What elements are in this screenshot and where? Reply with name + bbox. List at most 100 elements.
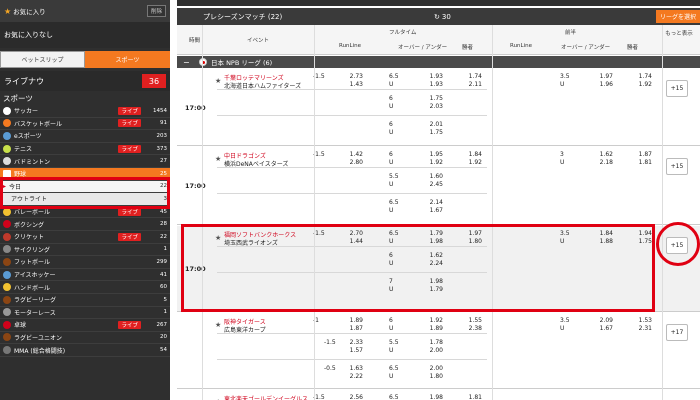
- runline-home-odds[interactable]: 1.89: [347, 317, 363, 324]
- sidebar-sport-item[interactable]: テニス ライブ 373: [0, 142, 170, 156]
- runline-away-odds[interactable]: 2.80: [347, 159, 363, 166]
- half-over-odds[interactable]: 2.09: [597, 317, 613, 324]
- favorites-empty-text: お気に入りなし: [0, 22, 170, 48]
- home-team[interactable]: 東北楽天ゴールデンイーグルス: [224, 394, 308, 400]
- favorite-star-icon[interactable]: ★: [215, 155, 221, 163]
- under-label: U: [389, 103, 394, 110]
- favorite-star-icon[interactable]: ★: [215, 77, 221, 85]
- sport-name: バスケットボール: [14, 120, 63, 128]
- sidebar-sport-item[interactable]: MMA (総合格闘技) 54: [0, 344, 170, 357]
- sport-name: モーターレース: [14, 309, 56, 317]
- sidebar-sport-item[interactable]: クリケット ライブ 22: [0, 230, 170, 244]
- win-home-odds[interactable]: 1.84: [466, 151, 482, 158]
- more-bets-button[interactable]: +15: [666, 158, 688, 175]
- half-under-odds[interactable]: 1.67: [597, 325, 613, 332]
- sidebar-sport-item[interactable]: バドミントン 27: [0, 155, 170, 168]
- header-more: もっと表示: [665, 31, 693, 37]
- sidebar-sport-item[interactable]: ラグビーリーグ 5: [0, 293, 170, 307]
- alt-over-odds[interactable]: 1.75: [427, 95, 443, 102]
- sport-name: ハンドボール: [14, 284, 51, 292]
- alt-under-odds[interactable]: 1.67: [427, 207, 443, 214]
- favorite-star-icon[interactable]: ★: [215, 321, 221, 329]
- alt-under-odds[interactable]: 2.00: [427, 347, 443, 354]
- win-away-odds[interactable]: 2.38: [466, 325, 482, 332]
- half-under-odds[interactable]: 1.96: [597, 81, 613, 88]
- alt-runline-away-odds[interactable]: 2.22: [347, 373, 363, 380]
- sidebar-sport-item[interactable]: モーターレース 1: [0, 306, 170, 320]
- main-content: プレシーズンマッチ (22) ↻ 30 リーグを選択 時間 イベント フルタイム…: [177, 0, 700, 400]
- sport-count: 54: [160, 347, 167, 354]
- half-win-home-odds[interactable]: 1.87: [636, 151, 652, 158]
- sidebar-sport-item[interactable]: eスポーツ 203: [0, 130, 170, 143]
- runline-home-odds[interactable]: 2.73: [347, 73, 363, 80]
- sports-list: サッカー ライブ 1454 バスケットボール ライブ 91 eスポーツ 203 テニス ライブ 37…: [0, 105, 170, 357]
- collapse-icon[interactable]: −: [183, 58, 190, 67]
- alt-under-odds[interactable]: 1.75: [427, 129, 443, 136]
- win-away-odds[interactable]: 2.11: [466, 81, 482, 88]
- sport-name: eスポーツ: [14, 133, 42, 141]
- half-win-away-odds[interactable]: 1.92: [636, 81, 652, 88]
- sidebar-sport-item[interactable]: バスケットボール ライブ 91: [0, 117, 170, 131]
- under-odds[interactable]: 1.92: [427, 159, 443, 166]
- sidebar-sport-item[interactable]: フットボール 299: [0, 256, 170, 269]
- runline-home-odds[interactable]: 1.42: [347, 151, 363, 158]
- alt-over-odds[interactable]: 1.60: [427, 173, 443, 180]
- sidebar-sport-item[interactable]: ラグビーユニオン 20: [0, 331, 170, 345]
- over-odds[interactable]: 1.93: [427, 73, 443, 80]
- runline-away-odds[interactable]: 1.43: [347, 81, 363, 88]
- select-league-button[interactable]: リーグを選択: [655, 10, 700, 23]
- under-odds[interactable]: 1.93: [427, 81, 443, 88]
- over-odds[interactable]: 1.98: [427, 394, 443, 400]
- sidebar-sport-item[interactable]: アイスホッケー 41: [0, 268, 170, 282]
- refresh-button[interactable]: ↻ 30: [434, 13, 451, 21]
- alt-under-odds[interactable]: 2.03: [427, 103, 443, 110]
- sport-count: 1: [163, 246, 168, 253]
- more-bets-button[interactable]: +17: [666, 324, 688, 341]
- over-odds[interactable]: 1.92: [427, 317, 443, 324]
- live-badge: ライブ: [118, 232, 141, 241]
- sidebar-sport-item[interactable]: サッカー ライブ 1454: [0, 105, 170, 118]
- alt-runline-home-odds[interactable]: 2.33: [347, 339, 363, 346]
- alt-over-odds[interactable]: 1.78: [427, 339, 443, 346]
- half-win-home-odds[interactable]: 1.53: [636, 317, 652, 324]
- sidebar-sport-item[interactable]: ボクシング 28: [0, 218, 170, 231]
- win-home-odds[interactable]: 1.74: [466, 73, 482, 80]
- alt-under-odds[interactable]: 1.80: [427, 373, 443, 380]
- win-away-odds[interactable]: 1.92: [466, 159, 482, 166]
- alt-ou-line: 6.5: [389, 365, 399, 372]
- half-win-away-odds[interactable]: 2.31: [636, 325, 652, 332]
- tab-sports[interactable]: スポーツ: [85, 51, 170, 68]
- league-row[interactable]: − 日本 NPB リーグ (6): [177, 56, 700, 68]
- more-bets-button[interactable]: +15: [666, 80, 688, 97]
- header-full-time: フルタイム: [389, 30, 417, 36]
- alt-under-odds[interactable]: 2.45: [427, 181, 443, 188]
- live-now-row[interactable]: ライブナウ 36: [0, 71, 170, 91]
- favorites-delete-button[interactable]: 削除: [146, 5, 166, 17]
- half-over-odds[interactable]: 1.62: [597, 151, 613, 158]
- win-home-odds[interactable]: 1.55: [466, 317, 482, 324]
- sport-name: MMA (総合格闘技): [14, 347, 66, 355]
- sidebar-sport-item[interactable]: 卓球 ライブ 267: [0, 319, 170, 332]
- half-win-away-odds[interactable]: 1.81: [636, 159, 652, 166]
- under-odds[interactable]: 1.89: [427, 325, 443, 332]
- alt-runline-away-odds[interactable]: 1.57: [347, 347, 363, 354]
- alt-over-odds[interactable]: 2.00: [427, 365, 443, 372]
- sidebar-sport-item[interactable]: ハンドボール 60: [0, 281, 170, 294]
- alt-runline-home-odds[interactable]: 1.63: [347, 365, 363, 372]
- sidebar-sport-item[interactable]: サイクリング 1: [0, 243, 170, 257]
- alt-over-odds[interactable]: 2.01: [427, 121, 443, 128]
- alt-over-odds[interactable]: 2.14: [427, 199, 443, 206]
- half-win-home-odds[interactable]: 1.74: [636, 73, 652, 80]
- runline-home-odds[interactable]: 2.56: [347, 394, 363, 400]
- alt-ou-line: 6.5: [389, 199, 399, 206]
- over-odds[interactable]: 1.95: [427, 151, 443, 158]
- half-under-odds[interactable]: 2.18: [597, 159, 613, 166]
- half-over-odds[interactable]: 1.97: [597, 73, 613, 80]
- under-label: U: [560, 159, 565, 166]
- tab-betslip[interactable]: ベットスリップ: [0, 51, 85, 68]
- header-over-under-half: オーバー / アンダー: [561, 45, 611, 51]
- header-over-under: オーバー / アンダー: [398, 45, 448, 51]
- runline-away-odds[interactable]: 1.87: [347, 325, 363, 332]
- win-home-odds[interactable]: 1.81: [466, 394, 482, 400]
- under-label: U: [389, 81, 394, 88]
